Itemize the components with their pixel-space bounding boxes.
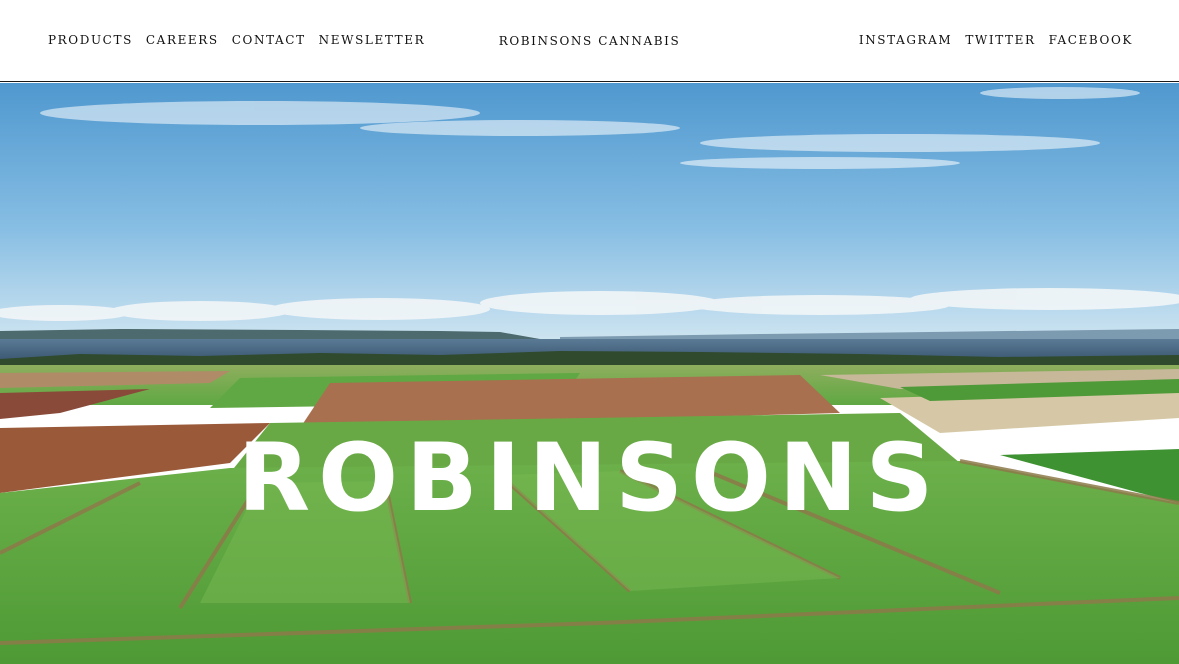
nav-link-facebook[interactable]: FACEBOOK [1049,33,1133,47]
nav-link-instagram[interactable]: INSTAGRAM [859,33,952,47]
hero-banner: ROBINSONS [0,83,1179,664]
hero-landscape-image [0,83,1179,664]
site-brand-link[interactable]: ROBINSONS CANNABIS [499,34,681,48]
social-nav: INSTAGRAM TWITTER FACEBOOK [859,33,1133,47]
site-header: PRODUCTS CAREERS CONTACT NEWSLETTER ROBI… [0,0,1179,82]
nav-link-twitter[interactable]: TWITTER [965,33,1035,47]
hero-title: ROBINSONS [237,423,942,533]
page: PRODUCTS CAREERS CONTACT NEWSLETTER ROBI… [0,0,1179,664]
